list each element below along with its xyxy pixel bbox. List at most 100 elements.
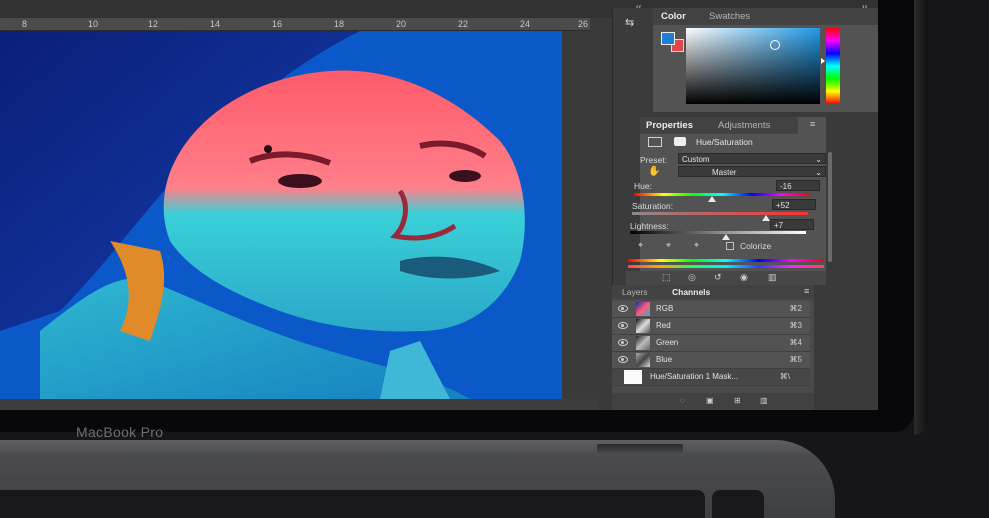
load-selection-icon[interactable]: ◌: [680, 397, 685, 405]
canvas-gutter-bottom: [0, 399, 598, 410]
tab-properties[interactable]: Properties: [646, 120, 693, 131]
visibility-icon[interactable]: ◉: [740, 273, 748, 282]
saturation-input[interactable]: +52: [772, 199, 816, 210]
color-picker-cursor[interactable]: [770, 40, 780, 50]
mask-thumbnail: [624, 370, 642, 384]
hinge: [597, 444, 683, 454]
hue-slider-knob[interactable]: [708, 196, 716, 202]
lightness-label: Lightness:: [630, 221, 669, 231]
tab-color[interactable]: Color: [661, 11, 686, 22]
ruler-tick: 16: [272, 19, 283, 29]
eye-icon[interactable]: [618, 339, 628, 346]
new-channel-icon[interactable]: ⊞: [734, 397, 741, 405]
colorize-checkbox[interactable]: [726, 242, 734, 250]
properties-panel: Properties Adjustments ≡ Hue/Saturation …: [626, 117, 826, 285]
saturation-slider[interactable]: [632, 212, 808, 215]
channel-name: Blue: [656, 355, 673, 364]
eye-icon[interactable]: [618, 305, 628, 312]
panel-menu-icon[interactable]: ≡: [804, 287, 809, 296]
ruler-tick: 12: [148, 19, 159, 29]
properties-panel-tabs: Properties Adjustments: [640, 117, 798, 134]
history-icon[interactable]: ⇆: [625, 18, 634, 29]
eye-icon[interactable]: [618, 356, 628, 363]
channel-name: Green: [656, 338, 679, 347]
eyedropper-minus-icon[interactable]: ⌖: [694, 241, 699, 250]
channel-name: RGB: [656, 304, 674, 313]
horizontal-ruler: 8 10 12 14 16 18 20 22 24 26: [0, 18, 590, 31]
lid-edge: [914, 0, 928, 435]
trash-icon[interactable]: ▥: [768, 273, 777, 282]
channel-shortcut: ⌘5: [789, 355, 802, 364]
channel-row-rgb[interactable]: RGB ⌘2: [612, 301, 810, 318]
hue-label: Hue:: [634, 181, 652, 191]
input-color-bar: [628, 259, 824, 262]
color-panel: Color Swatches: [653, 8, 878, 112]
photoshop-screen: ‹‹ ›› 8 10 12 14 16 18 20 22 24 26 ⇆ Col…: [0, 0, 878, 410]
keyboard-row: [0, 490, 705, 518]
view-previous-icon[interactable]: ◎: [688, 273, 696, 282]
lightness-input[interactable]: +7: [770, 219, 814, 230]
channels-panel-tabs: Layers Channels ≡: [612, 285, 814, 299]
channel-thumbnail: [636, 336, 650, 350]
channel-value: Master: [712, 168, 737, 177]
delete-channel-icon[interactable]: ▥: [760, 397, 768, 405]
ruler-tick: 20: [396, 19, 407, 29]
channel-row-green[interactable]: Green ⌘4: [612, 335, 810, 352]
hue-spectrum-marker: [821, 58, 825, 64]
hue-spectrum-bar[interactable]: [826, 28, 840, 104]
saturation-label: Saturation:: [632, 201, 674, 211]
save-selection-icon[interactable]: ▣: [706, 397, 714, 405]
channel-dropdown[interactable]: Master ⌄: [678, 166, 826, 177]
channel-shortcut: ⌘\: [779, 372, 790, 381]
ruler-tick: 14: [210, 19, 221, 29]
panel-menu-icon[interactable]: ≡: [810, 120, 815, 129]
colorize-label: Colorize: [740, 241, 772, 251]
foreground-color-swatch[interactable]: [661, 32, 675, 45]
channels-footer: ◌ ▣ ⊞ ▥: [612, 393, 814, 410]
channel-thumbnail: [636, 319, 650, 333]
channel-shortcut: ⌘3: [789, 321, 802, 330]
channel-row-mask[interactable]: Hue/Saturation 1 Mask... ⌘\: [612, 369, 810, 386]
adjustment-title: Hue/Saturation: [696, 137, 753, 147]
ruler-tick: 26: [578, 19, 589, 29]
device-label: MacBook Pro: [76, 424, 164, 440]
document-canvas[interactable]: [0, 31, 562, 399]
color-picker-field[interactable]: [686, 28, 820, 104]
channel-thumbnail: [636, 353, 650, 367]
properties-scrollbar[interactable]: [828, 152, 832, 262]
portrait-image: [0, 31, 562, 399]
hue-input[interactable]: -16: [776, 180, 820, 191]
tab-swatches[interactable]: Swatches: [709, 11, 750, 22]
preset-label: Preset:: [640, 155, 667, 165]
channel-name: Red: [656, 321, 671, 330]
channel-shortcut: ⌘2: [789, 304, 802, 313]
lightness-slider[interactable]: [630, 231, 806, 234]
lightness-slider-knob[interactable]: [722, 234, 730, 240]
hue-slider[interactable]: [634, 193, 810, 196]
tab-adjustments[interactable]: Adjustments: [718, 120, 770, 131]
mask-icon: [674, 137, 686, 146]
eyedropper-icon[interactable]: ⌖: [638, 241, 643, 250]
reset-icon[interactable]: ↺: [714, 273, 722, 282]
chevron-down-icon: ⌄: [815, 168, 822, 177]
ruler-tick: 24: [520, 19, 531, 29]
channel-row-red[interactable]: Red ⌘3: [612, 318, 810, 335]
preset-dropdown[interactable]: Custom ⌄: [678, 153, 826, 164]
channels-panel: Layers Channels ≡ RGB ⌘2 Red ⌘3 Green ⌘4…: [612, 285, 814, 410]
ruler-tick: 10: [88, 19, 99, 29]
output-color-bar: [628, 265, 824, 268]
keyboard-key: [712, 490, 764, 518]
canvas-gutter: [562, 31, 598, 401]
tab-channels[interactable]: Channels: [672, 287, 710, 297]
clip-to-layer-icon[interactable]: ⬚: [662, 273, 671, 282]
color-panel-tabs: Color Swatches: [653, 8, 878, 25]
ruler-tick: 18: [334, 19, 345, 29]
channel-row-blue[interactable]: Blue ⌘5: [612, 352, 810, 369]
saturation-slider-knob[interactable]: [762, 215, 770, 221]
eye-icon[interactable]: [618, 322, 628, 329]
eyedropper-plus-icon[interactable]: ⌖: [666, 241, 671, 250]
tab-layers[interactable]: Layers: [622, 287, 648, 297]
ruler-tick: 22: [458, 19, 469, 29]
channel-thumbnail: [636, 302, 650, 316]
targeted-adjustment-hand-icon[interactable]: ✋: [648, 167, 660, 177]
